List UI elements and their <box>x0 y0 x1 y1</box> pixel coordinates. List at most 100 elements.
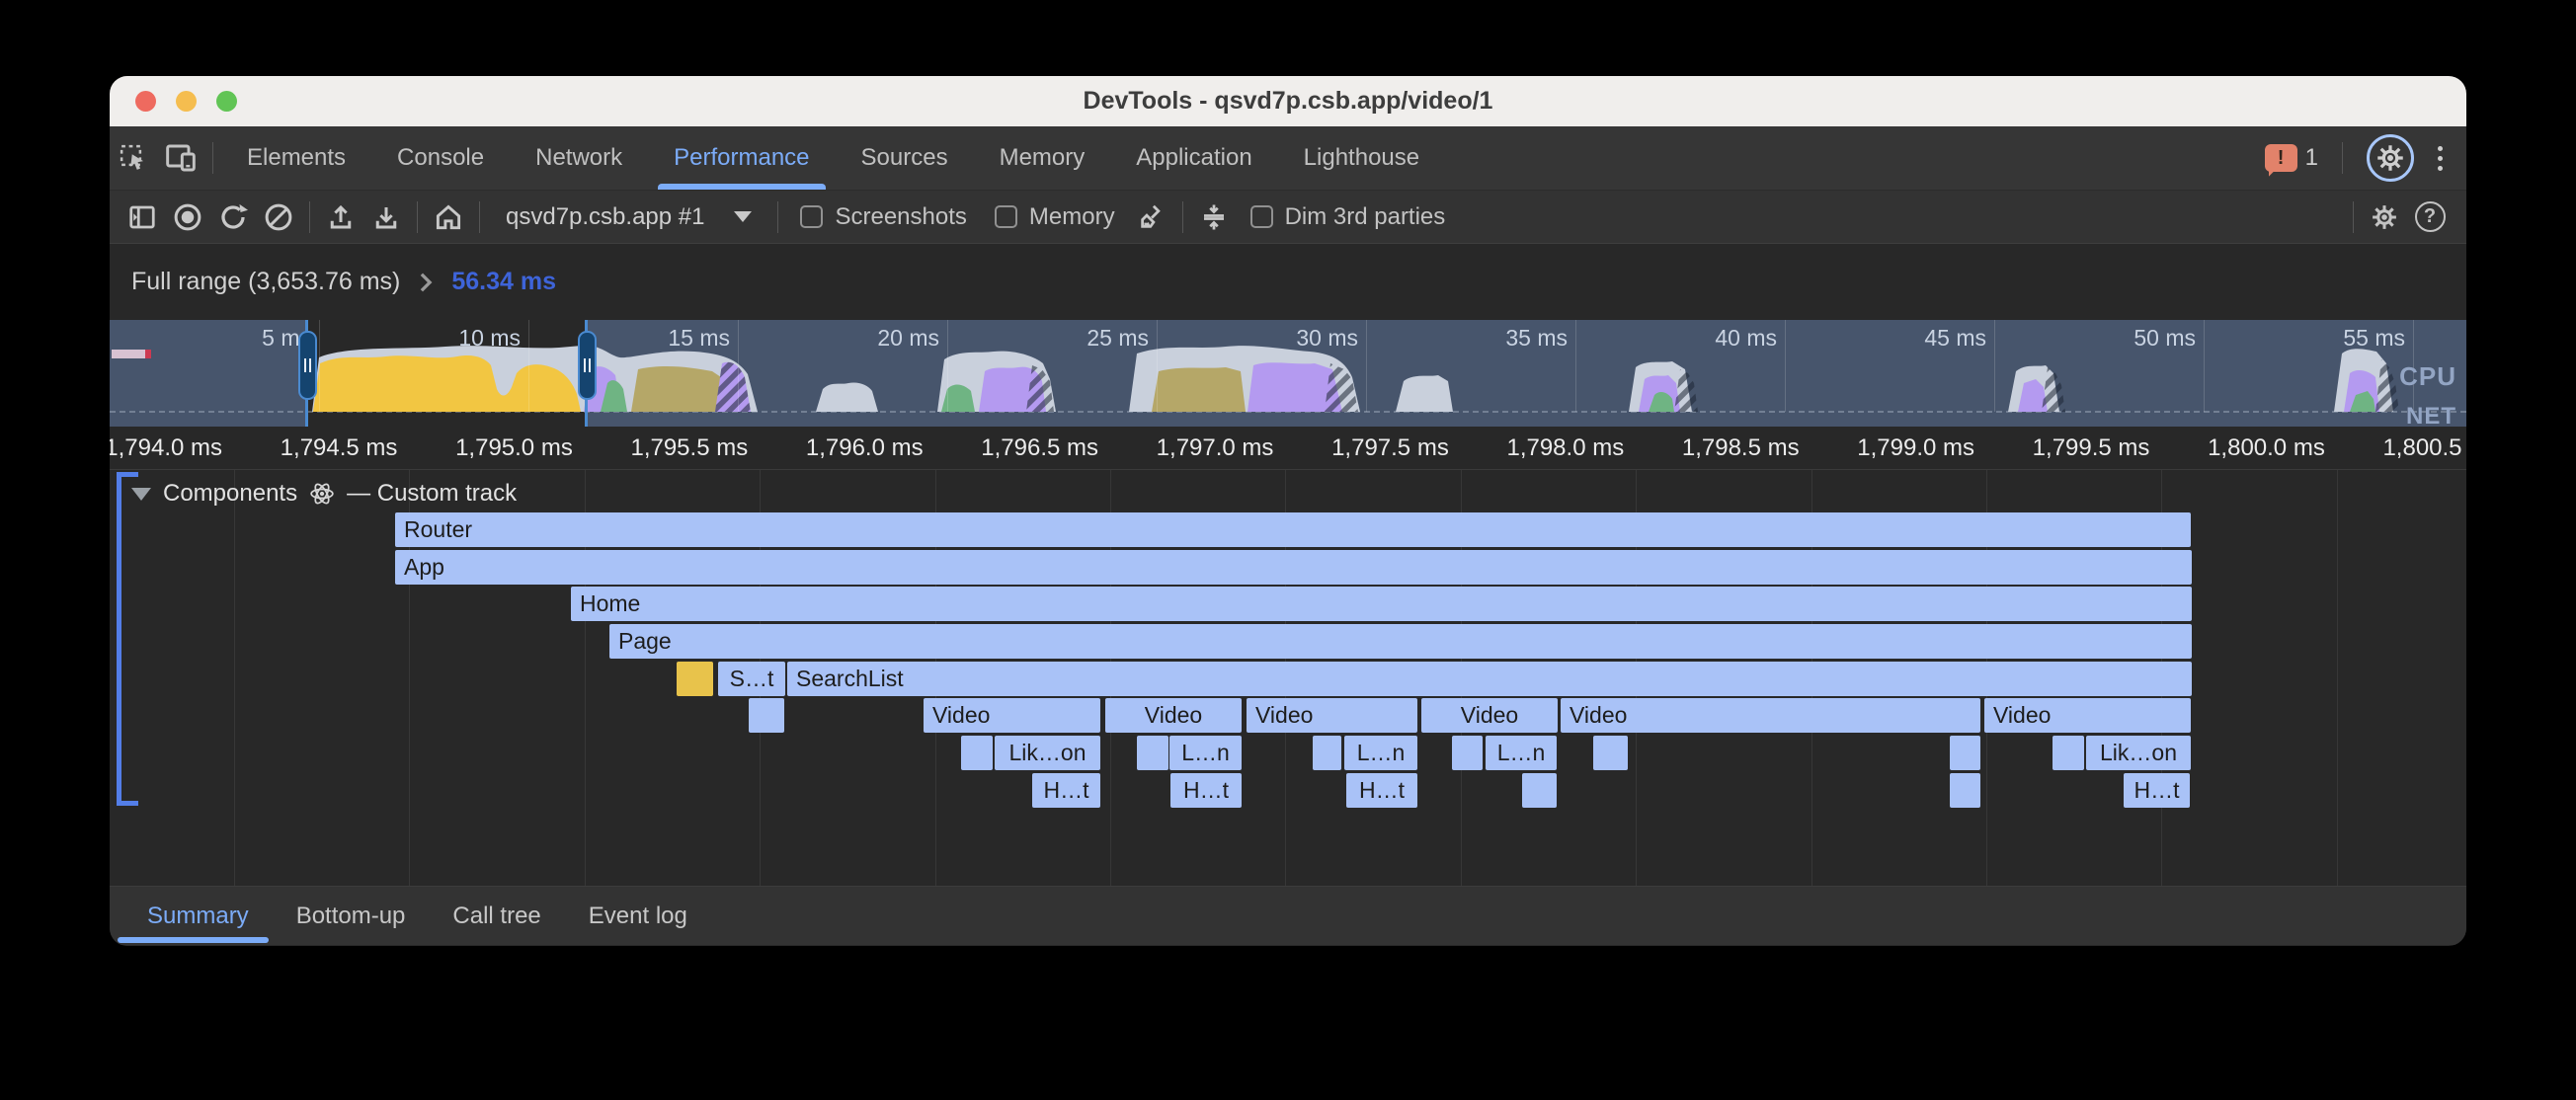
flame-bar-h-t[interactable]: H…t <box>1170 773 1242 808</box>
flame-bar-home[interactable]: Home <box>571 587 2192 621</box>
overview-tick-label: 30 ms <box>1296 325 1358 352</box>
device-toolbar-button[interactable] <box>157 136 204 180</box>
tab-sources[interactable]: Sources <box>836 126 974 190</box>
toggle-sidebar-button[interactable] <box>120 196 165 238</box>
selection-right-handle[interactable] <box>578 331 597 400</box>
settings-button-active[interactable] <box>2367 134 2414 182</box>
divider <box>1182 201 1183 233</box>
flame-bar[interactable] <box>1522 773 1557 808</box>
flame-bar-page[interactable]: Page <box>609 624 2192 659</box>
flame-bar-label: Video <box>1247 702 1313 729</box>
divider <box>417 201 418 233</box>
collapse-icon <box>1199 202 1229 232</box>
flame-bar-video[interactable]: Video <box>1421 698 1558 733</box>
memory-checkbox[interactable]: Memory <box>995 203 1115 231</box>
dim-3rd-parties-checkbox[interactable]: Dim 3rd parties <box>1250 203 1446 231</box>
overview-tick <box>2204 320 2205 412</box>
home-icon <box>434 202 463 232</box>
breadcrumb-selected-range[interactable]: 56.34 ms <box>451 268 556 296</box>
bottom-tab-call-tree[interactable]: Call tree <box>429 887 564 945</box>
flame-bar[interactable] <box>961 736 993 770</box>
tab-network[interactable]: Network <box>510 126 648 190</box>
clear-icon <box>264 202 293 232</box>
tab-performance[interactable]: Performance <box>648 126 835 190</box>
net-strip-label: NET <box>2406 403 2456 427</box>
flame-bar[interactable] <box>1137 736 1168 770</box>
flame-bar[interactable] <box>749 698 784 733</box>
track-header[interactable]: Components — Custom track <box>131 480 517 508</box>
panel-settings-button[interactable] <box>2362 196 2407 238</box>
flame-bar[interactable] <box>1313 736 1341 770</box>
bottom-tab-summary[interactable]: Summary <box>123 887 273 945</box>
flame-bar[interactable] <box>1452 736 1483 770</box>
flame-bar-router[interactable]: Router <box>395 512 2191 547</box>
flame-bar-h-t[interactable]: H…t <box>1346 773 1417 808</box>
flame-bar-h-t[interactable]: H…t <box>1032 773 1100 808</box>
ruler-time-label: 1,794.5 ms <box>281 434 398 462</box>
tab-console[interactable]: Console <box>371 126 510 190</box>
timeline-overview[interactable]: 5 ms10 ms15 ms20 ms25 ms30 ms35 ms40 ms4… <box>110 320 2466 427</box>
issues-button[interactable]: ! 1 <box>2265 144 2318 172</box>
divider <box>2342 142 2343 174</box>
tab-application[interactable]: Application <box>1110 126 1277 190</box>
devtools-window: DevTools - qsvd7p.csb.app/video/1 Elemen… <box>110 76 2466 946</box>
overview-tick-label: 15 ms <box>668 325 730 352</box>
divider <box>212 142 213 174</box>
flame-bar-h-t[interactable]: H…t <box>2124 773 2190 808</box>
load-profile-button[interactable] <box>318 196 363 238</box>
shortcuts-dialog-button[interactable] <box>1191 196 1237 238</box>
flame-bar-video[interactable]: Video <box>1247 698 1417 733</box>
selection-left-handle[interactable] <box>298 331 317 400</box>
flame-bar[interactable] <box>1950 736 1980 770</box>
screenshots-checkbox[interactable]: Screenshots <box>800 203 966 231</box>
flame-bar-label: Page <box>609 628 672 655</box>
save-profile-button[interactable] <box>363 196 409 238</box>
flame-bar-video[interactable]: Video <box>924 698 1100 733</box>
flame-bar-s-t[interactable]: S…t <box>718 662 785 696</box>
flame-bar-video[interactable]: Video <box>1561 698 1980 733</box>
flame-bar-lik-on[interactable]: Lik…on <box>2086 736 2191 770</box>
flame-bar-lik-on[interactable]: Lik…on <box>995 736 1100 770</box>
track-suffix: — Custom track <box>347 480 517 508</box>
flame-bar-searchlist[interactable]: SearchList <box>787 662 2192 696</box>
help-button[interactable]: ? <box>2407 196 2453 238</box>
flame-chart[interactable]: Components — Custom track RouterAppHome P… <box>110 470 2466 886</box>
target-selector[interactable]: qsvd7p.csb.app #1 <box>488 203 769 231</box>
minimize-window-button[interactable] <box>176 91 197 112</box>
home-button[interactable] <box>426 196 471 238</box>
flame-bar-l-n[interactable]: L…n <box>1486 736 1557 770</box>
bottom-tab-bottom-up[interactable]: Bottom-up <box>273 887 430 945</box>
gridline <box>234 470 235 886</box>
inspect-element-button[interactable] <box>110 136 157 180</box>
clear-recording-button[interactable] <box>256 196 301 238</box>
more-options-button[interactable] <box>2430 146 2451 171</box>
flame-bar-app[interactable]: App <box>395 550 2192 585</box>
overview-tick <box>738 320 739 412</box>
flame-bar-label: H…t <box>2134 777 2180 804</box>
maximize-window-button[interactable] <box>216 91 237 112</box>
flame-bar[interactable] <box>1593 736 1628 770</box>
record-button[interactable] <box>165 196 210 238</box>
screen: DevTools - qsvd7p.csb.app/video/1 Elemen… <box>0 0 2576 1100</box>
tab-label: Application <box>1136 144 1251 172</box>
tab-elements[interactable]: Elements <box>221 126 371 190</box>
ruler-time-label: 1,798.5 ms <box>1682 434 1800 462</box>
bottom-tab-event-log[interactable]: Event log <box>565 887 711 945</box>
tab-memory[interactable]: Memory <box>974 126 1111 190</box>
flame-bar-video[interactable]: Video <box>1105 698 1242 733</box>
flame-bar[interactable] <box>677 662 713 696</box>
collect-garbage-button[interactable] <box>1129 196 1174 238</box>
breadcrumb-full-range[interactable]: Full range (3,653.76 ms) <box>131 268 400 296</box>
track-name: Components <box>163 480 297 508</box>
divider <box>2353 201 2354 233</box>
flame-bar-video[interactable]: Video <box>1984 698 2191 733</box>
flame-bar-l-n[interactable]: L…n <box>1169 736 1242 770</box>
flame-bar-l-n[interactable]: L…n <box>1344 736 1417 770</box>
flame-bar[interactable] <box>1950 773 1980 808</box>
flame-bar[interactable] <box>2053 736 2084 770</box>
track-selection-bracket <box>117 472 121 806</box>
bottom-tab-label: Event log <box>589 903 687 930</box>
close-window-button[interactable] <box>135 91 156 112</box>
tab-lighthouse[interactable]: Lighthouse <box>1278 126 1445 190</box>
record-and-reload-button[interactable] <box>210 196 256 238</box>
